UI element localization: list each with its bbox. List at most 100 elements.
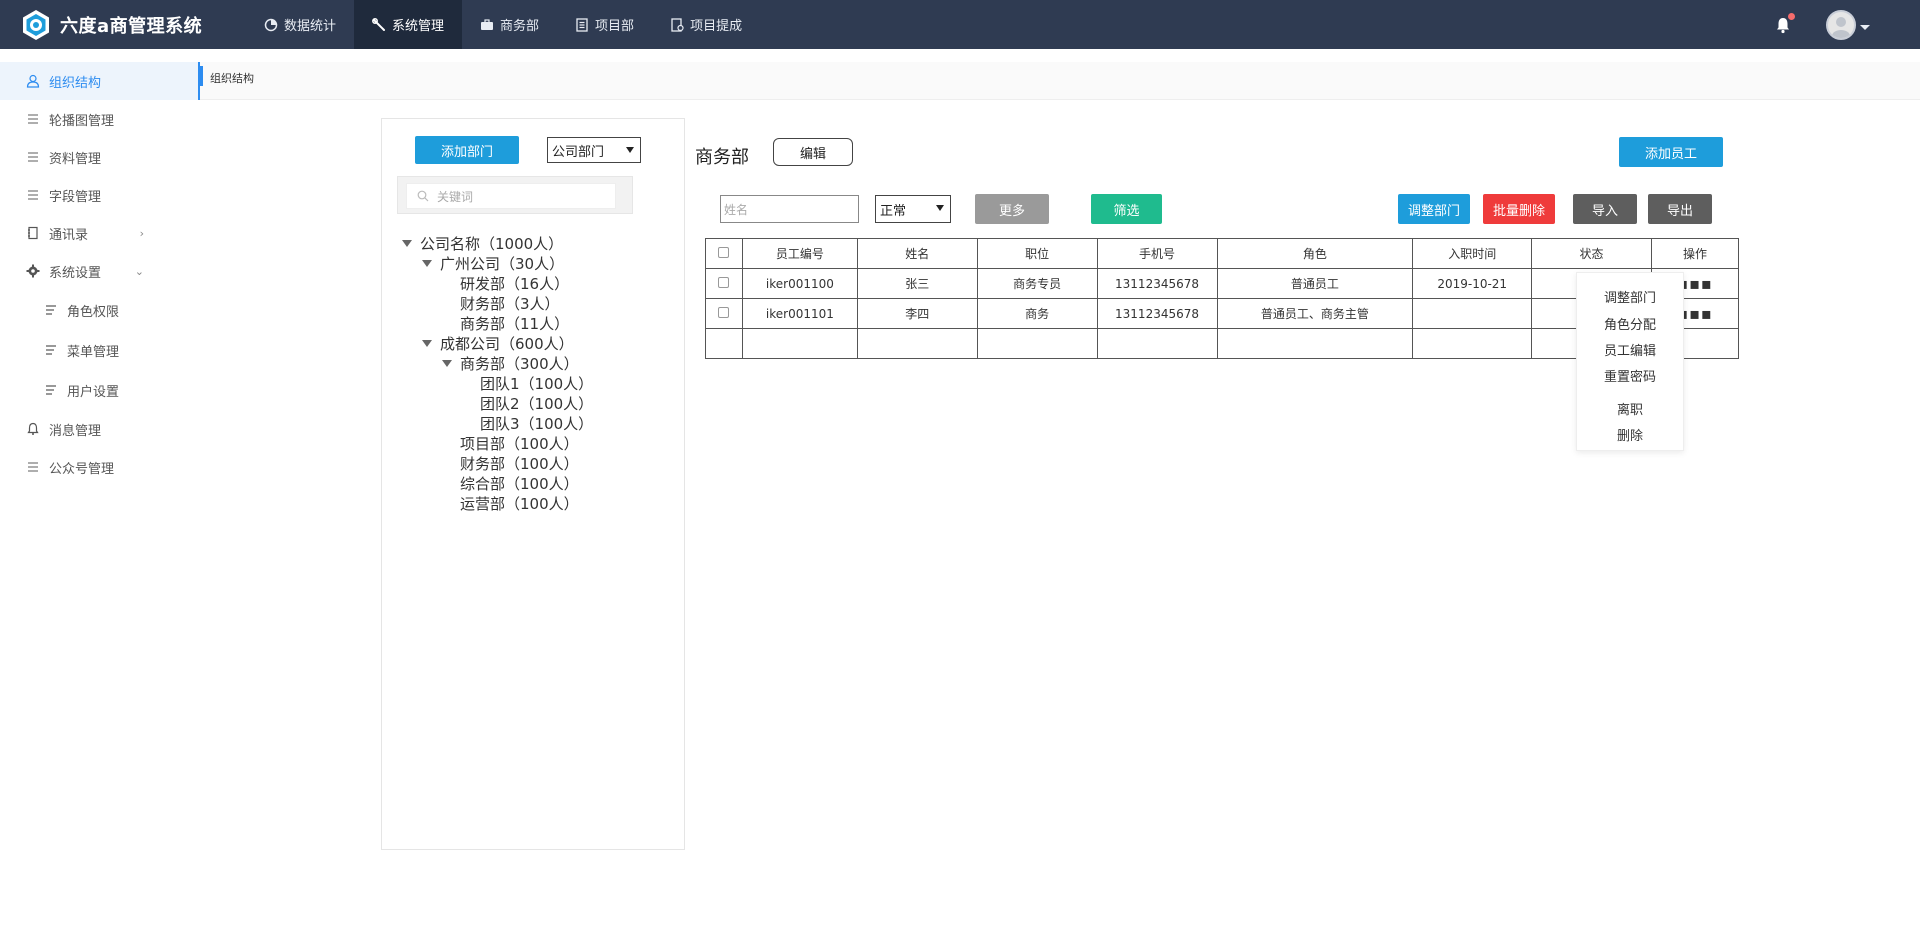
sidebar-item-carousel[interactable]: 轮播图管理 [0, 100, 200, 138]
tree-node[interactable]: 财务部（3人） [402, 293, 593, 313]
caret-down-icon[interactable] [442, 359, 452, 367]
select-value: 公司部门 [552, 144, 605, 160]
export-button[interactable]: 导出 [1648, 194, 1712, 224]
tree-node[interactable]: 团队1（100人） [402, 373, 593, 393]
breadcrumb: 组织结构 [200, 62, 1920, 100]
nav-project-dept[interactable]: 项目部 [557, 0, 652, 49]
status-select[interactable]: 正常 [875, 195, 951, 223]
menu-item-edit-staff[interactable]: 员工编辑 [1577, 340, 1683, 359]
tree-node[interactable]: 运营部（100人） [402, 493, 593, 513]
empty-cell [856, 328, 978, 359]
logo[interactable]: 六度a商管理系统 [20, 9, 246, 41]
sidebar-item-official-account[interactable]: 公众号管理 [0, 448, 200, 486]
avatar[interactable] [1826, 9, 1856, 40]
tree-node[interactable]: 研发部（16人） [402, 273, 593, 293]
tree-node[interactable]: 商务部（300人） [402, 353, 593, 373]
chevron-right-icon: › [139, 226, 144, 240]
menu-item-delete[interactable]: 删除 [1577, 425, 1683, 444]
nav-business-dept[interactable]: 商务部 [462, 0, 557, 49]
sidebar-item-org-structure[interactable]: 组织结构 [0, 62, 200, 100]
company-dept-select[interactable]: 公司部门 [547, 137, 641, 163]
select-all-checkbox[interactable] [718, 246, 730, 258]
tree-node[interactable]: 商务部（11人） [402, 313, 593, 333]
notification-bell[interactable] [1774, 12, 1795, 34]
chevron-down-icon[interactable] [1860, 25, 1870, 30]
sidebar-item-label: 角色权限 [67, 304, 120, 320]
nav-system-management[interactable]: 系统管理 [354, 0, 463, 49]
tree-node[interactable]: 综合部（100人） [402, 473, 593, 493]
menu-item-adjust-dept[interactable]: 调整部门 [1577, 287, 1683, 306]
column-header: 操作 [1650, 238, 1740, 269]
breadcrumb-current[interactable]: 组织结构 [210, 70, 254, 86]
import-button[interactable]: 导入 [1573, 194, 1637, 224]
caret-down-icon [936, 205, 944, 211]
select-all-cell[interactable] [705, 238, 743, 269]
cell-name: 李四 [856, 298, 978, 329]
tree-node-label: 公司名称（1000人） [420, 234, 564, 253]
tree-node[interactable]: 团队3（100人） [402, 413, 593, 433]
search-placeholder: 关键词 [437, 189, 474, 204]
row-select-cell[interactable] [705, 268, 743, 299]
empty-cell [976, 328, 1098, 359]
nav-data-stats[interactable]: 数据统计 [246, 0, 354, 49]
cell-staff-id: iker001100 [741, 268, 858, 299]
menu-icon [44, 383, 58, 397]
table-header-row: 员工编号 姓名 职位 手机号 角色 入职时间 状态 操作 [705, 238, 1740, 269]
sidebar-item-user-settings[interactable]: 用户设置 [0, 370, 200, 410]
add-staff-button[interactable]: 添加员工 [1619, 137, 1723, 167]
caret-down-icon[interactable] [422, 339, 432, 347]
batch-delete-button[interactable]: 批量删除 [1483, 194, 1555, 224]
cell-phone: 13112345678 [1096, 268, 1218, 299]
tree-node[interactable]: 项目部（100人） [402, 433, 593, 453]
sidebar-item-label: 资料管理 [49, 151, 102, 167]
caret-down-icon[interactable] [402, 239, 412, 247]
bell-icon [26, 422, 40, 436]
sidebar-item-label: 字段管理 [49, 189, 102, 205]
caret-down-icon[interactable] [422, 259, 432, 267]
name-filter-input[interactable]: 姓名 [720, 195, 859, 223]
row-checkbox[interactable] [718, 306, 730, 318]
cell-role: 普通员工、商务主管 [1216, 298, 1414, 329]
tree-node-label: 团队1（100人） [480, 374, 594, 393]
sidebar-item-messages[interactable]: 消息管理 [0, 410, 200, 448]
tree-node[interactable]: 公司名称（1000人） [402, 233, 593, 253]
tree-node[interactable]: 广州公司（30人） [402, 253, 593, 273]
more-button[interactable]: 更多 [975, 194, 1049, 224]
menu-item-resign[interactable]: 离职 [1577, 399, 1683, 418]
nav-project-commission[interactable]: 项目提成 [652, 0, 760, 49]
menu-item-assign-role[interactable]: 角色分配 [1577, 314, 1683, 333]
sidebar-item-label: 用户设置 [67, 384, 120, 400]
search-icon [417, 190, 429, 202]
sidebar-item-role-permissions[interactable]: 角色权限 [0, 290, 200, 330]
sidebar-item-materials[interactable]: 资料管理 [0, 138, 200, 176]
nav-label: 数据统计 [284, 19, 337, 34]
list-icon [26, 150, 40, 164]
edit-button[interactable]: 编辑 [773, 138, 853, 166]
filter-button[interactable]: 筛选 [1091, 194, 1162, 224]
sidebar-item-menu-management[interactable]: 菜单管理 [0, 330, 200, 370]
document-icon [575, 17, 589, 32]
wrench-icon [372, 17, 386, 32]
column-header: 角色 [1216, 238, 1414, 269]
report-icon [670, 17, 684, 32]
adjust-department-button[interactable]: 调整部门 [1398, 194, 1470, 224]
tree-node[interactable]: 成都公司（600人） [402, 333, 593, 353]
menu-item-reset-password[interactable]: 重置密码 [1577, 366, 1683, 385]
sidebar-item-contacts[interactable]: 通讯录 › [0, 214, 200, 252]
row-checkbox[interactable] [718, 276, 730, 288]
tree-node-label: 商务部（11人） [460, 314, 570, 333]
sidebar-item-fields[interactable]: 字段管理 [0, 176, 200, 214]
sidebar-item-system-settings[interactable]: 系统设置 ⌄ [0, 252, 200, 290]
empty-cell [705, 328, 743, 359]
caret-down-icon [626, 147, 634, 153]
tree-search-input[interactable]: 关键词 [406, 183, 616, 209]
column-header: 员工编号 [741, 238, 858, 269]
add-department-button[interactable]: 添加部门 [415, 136, 519, 164]
tree-node[interactable]: 财务部（100人） [402, 453, 593, 473]
cell-staff-id: iker001101 [741, 298, 858, 329]
select-value: 正常 [880, 203, 907, 219]
tree-node[interactable]: 团队2（100人） [402, 393, 593, 413]
row-select-cell[interactable] [705, 298, 743, 329]
dept-tree-panel: 添加部门 公司部门 关键词 公司名称（1000人） 广州公司（30人） 研发部（… [381, 118, 685, 850]
menu-icon [44, 303, 58, 317]
